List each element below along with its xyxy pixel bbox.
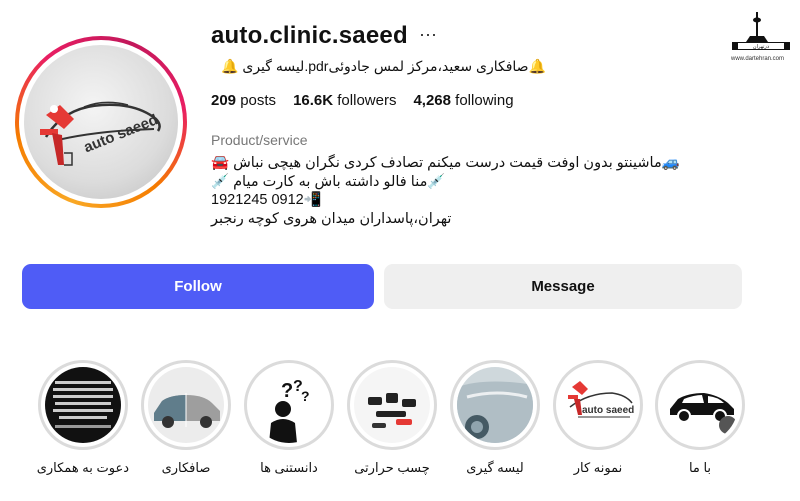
- avatar-border: auto saeed: [19, 40, 183, 204]
- text-note-icon: [53, 381, 113, 428]
- following-count: 4,268: [413, 92, 451, 109]
- glue-tools-icon: [368, 393, 416, 428]
- highlight-ring: [347, 360, 437, 450]
- posts-count: 209: [211, 92, 237, 109]
- svg-text:?: ?: [301, 388, 310, 404]
- question-person-icon: ? ? ?: [269, 378, 310, 443]
- bio-line: 🚙ماشینتو بدون اوفت قیمت درست میکنم تصادف…: [211, 155, 680, 171]
- highlight-tips[interactable]: ? ? ? دانستنی ها: [243, 360, 335, 476]
- followers-label: followers: [337, 92, 397, 109]
- posts-stat[interactable]: 209 posts: [211, 92, 276, 109]
- more-options-button[interactable]: ···: [419, 24, 437, 45]
- profile-avatar[interactable]: auto saeed: [15, 36, 187, 208]
- highlight-cover: [354, 367, 430, 443]
- highlight-polishing[interactable]: لیسه گیری: [449, 360, 541, 476]
- profile-username: auto.clinic.saeed: [211, 22, 408, 49]
- highlight-about[interactable]: با ما: [654, 360, 746, 476]
- highlight-label: چسب حرارتی: [354, 460, 430, 475]
- avatar-image: auto saeed: [24, 45, 178, 199]
- profile-stats: 209 posts 16.6K followers 4,268 followin…: [211, 92, 514, 109]
- bio-line: 💉منا فالو داشته باش به کارت میام 💉: [211, 173, 446, 190]
- bio-phone: 1921245 0912📲: [211, 192, 322, 208]
- highlight-label: دانستنی ها: [260, 460, 318, 475]
- highlight-cover: [148, 367, 224, 443]
- highlight-ring: [141, 360, 231, 450]
- following-label: following: [455, 92, 514, 109]
- profile-category: Product/service: [211, 132, 308, 148]
- bio-address: تهران،پاسداران میدان هروی کوچه رنجبر: [211, 210, 452, 227]
- highlight-logo-text: auto saeed: [582, 405, 634, 416]
- watermark-logo-text: درتهران: [753, 44, 769, 50]
- watermark-url: www.dartehran.com: [731, 56, 785, 62]
- highlight-label: لیسه گیری: [466, 460, 524, 475]
- highlight-cover: [45, 367, 121, 443]
- highlight-invite[interactable]: دعوت به همکاری: [37, 360, 129, 476]
- highlight-cover: auto saeed: [560, 367, 636, 443]
- message-button[interactable]: Message: [384, 264, 742, 309]
- highlight-bodywork[interactable]: صافکاری: [140, 360, 232, 476]
- posts-label: posts: [240, 92, 277, 109]
- followers-count: 16.6K: [293, 92, 334, 109]
- svg-text:?: ?: [281, 380, 293, 402]
- highlight-ring: ? ? ?: [244, 360, 334, 450]
- car-repair-icon: [154, 393, 220, 428]
- car-door-icon: [457, 381, 533, 443]
- highlight-ring: auto saeed: [553, 360, 643, 450]
- highlight-label: نمونه کار: [573, 460, 623, 475]
- highlight-ring: [38, 360, 128, 450]
- highlight-label: صافکاری: [161, 460, 211, 475]
- highlight-ring: [450, 360, 540, 450]
- highlight-label: دعوت به همکاری: [36, 460, 129, 475]
- followers-stat[interactable]: 16.6K followers: [293, 92, 396, 109]
- highlight-glue[interactable]: چسب حرارتی: [346, 360, 438, 476]
- highlight-cover: [662, 367, 738, 443]
- profile-bio: 🚙ماشینتو بدون اوفت قیمت درست میکنم تصادف…: [211, 154, 681, 228]
- following-stat[interactable]: 4,268 following: [413, 92, 513, 109]
- gear-icon: [719, 416, 737, 434]
- auto-saeed-logo: auto saeed: [568, 381, 634, 418]
- highlight-ring: [655, 360, 745, 450]
- profile-full-name: 🔔صافکاری سعید،مرکز لمس جادوئیpdr.لیسه گی…: [221, 58, 546, 74]
- highlight-cover: [457, 367, 533, 443]
- highlight-cover: ? ? ?: [251, 367, 327, 443]
- highlight-label: با ما: [688, 460, 712, 475]
- auto-saeed-logo: auto saeed: [40, 101, 161, 166]
- highlight-samples[interactable]: auto saeed نمونه کار: [552, 360, 644, 476]
- follow-button[interactable]: Follow: [22, 264, 374, 309]
- car-icon: [670, 393, 737, 434]
